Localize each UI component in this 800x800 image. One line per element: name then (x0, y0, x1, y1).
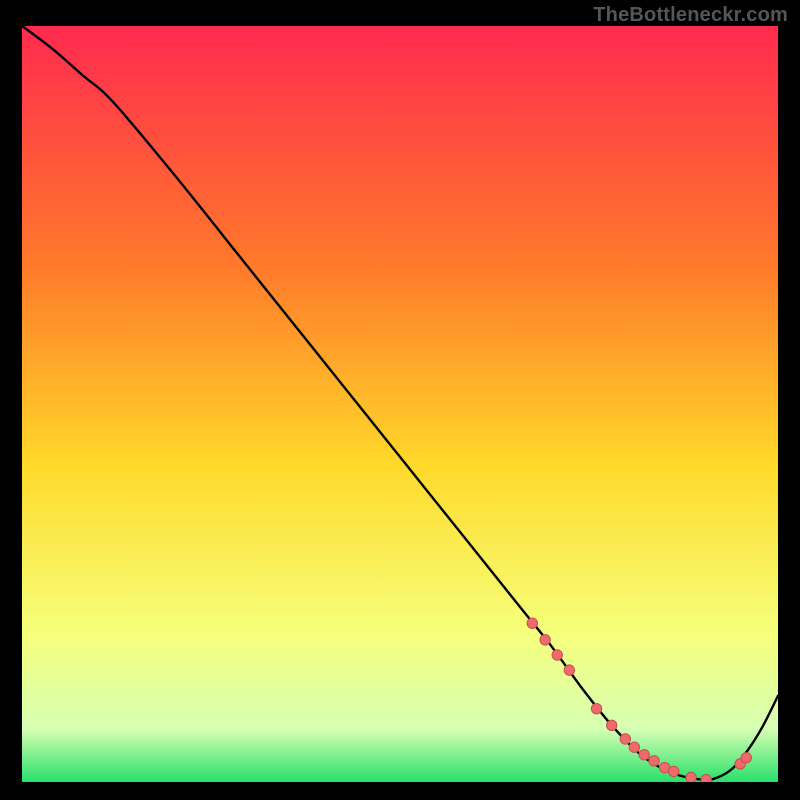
marker-point (629, 742, 639, 752)
marker-point (552, 650, 562, 660)
marker-point (620, 734, 630, 744)
marker-point (606, 720, 616, 730)
marker-point (649, 756, 659, 766)
marker-point (701, 775, 711, 782)
chart-stage: TheBottleneckr.com (0, 0, 800, 800)
marker-point (540, 635, 550, 645)
plot-area (22, 26, 778, 782)
gradient-background (22, 26, 778, 782)
marker-point (564, 665, 574, 675)
marker-point (639, 750, 649, 760)
marker-point (668, 766, 678, 776)
marker-point (591, 703, 601, 713)
chart-svg (22, 26, 778, 782)
watermark-text: TheBottleneckr.com (593, 4, 788, 27)
marker-point (527, 618, 537, 628)
marker-point (741, 753, 751, 763)
marker-point (686, 772, 696, 782)
